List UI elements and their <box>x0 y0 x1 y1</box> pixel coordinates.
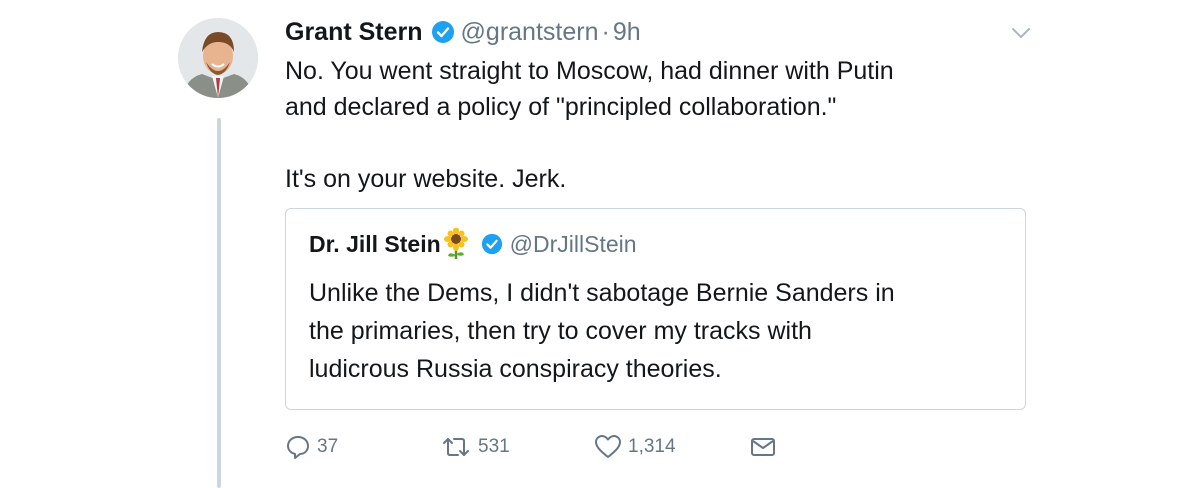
quoted-tweet-header: Dr. Jill Stein @DrJillStein <box>309 226 637 262</box>
quoted-author-name: Dr. Jill Stein <box>309 230 441 257</box>
retweet-button[interactable]: 531 <box>440 433 510 461</box>
envelope-icon <box>751 438 775 456</box>
avatar[interactable] <box>178 18 258 98</box>
like-button[interactable]: 1,314 <box>594 433 676 461</box>
reply-count: 37 <box>317 436 339 457</box>
tweet-header: Grant Stern @grantstern · 9h <box>285 15 641 49</box>
author-handle[interactable]: @grantstern <box>461 18 599 47</box>
separator-dot: · <box>601 17 610 46</box>
chevron-down-icon <box>1012 28 1030 38</box>
retweet-icon <box>443 438 469 456</box>
quoted-text-line: the primaries, then try to cover my trac… <box>309 317 812 345</box>
quoted-text-line: ludicrous Russia conspiracy theories. <box>309 355 722 383</box>
tweet-text-line: It's on your website. Jerk. <box>285 165 567 193</box>
tweet-text-line: and declared a policy of "principled col… <box>285 93 837 121</box>
reply-icon <box>287 436 309 459</box>
tweet-text: No. You went straight to Moscow, had din… <box>285 53 1005 197</box>
quoted-tweet-text: Unlike the Dems, I didn't sabotage Berni… <box>309 274 1009 388</box>
verified-badge-icon <box>481 233 503 255</box>
verified-badge-icon <box>431 20 455 44</box>
more-options-button[interactable] <box>1010 24 1032 42</box>
quoted-text-line: Unlike the Dems, I didn't sabotage Berni… <box>309 279 895 307</box>
thread-line <box>217 118 221 488</box>
retweet-count: 531 <box>478 436 510 457</box>
direct-message-button[interactable] <box>750 433 776 461</box>
avatar-image <box>178 18 258 98</box>
reply-button[interactable]: 37 <box>285 433 338 461</box>
quoted-author-handle: @DrJillStein <box>509 230 637 257</box>
quoted-tweet[interactable]: Dr. Jill Stein @DrJillStein Unlike the D… <box>285 208 1026 410</box>
author-name[interactable]: Grant Stern <box>285 18 423 47</box>
like-count: 1,314 <box>628 436 676 457</box>
heart-icon <box>595 435 621 458</box>
sunflower-icon <box>443 227 469 260</box>
tweet-timestamp[interactable]: 9h <box>613 18 641 47</box>
tweet-text-line: No. You went straight to Moscow, had din… <box>285 57 894 85</box>
